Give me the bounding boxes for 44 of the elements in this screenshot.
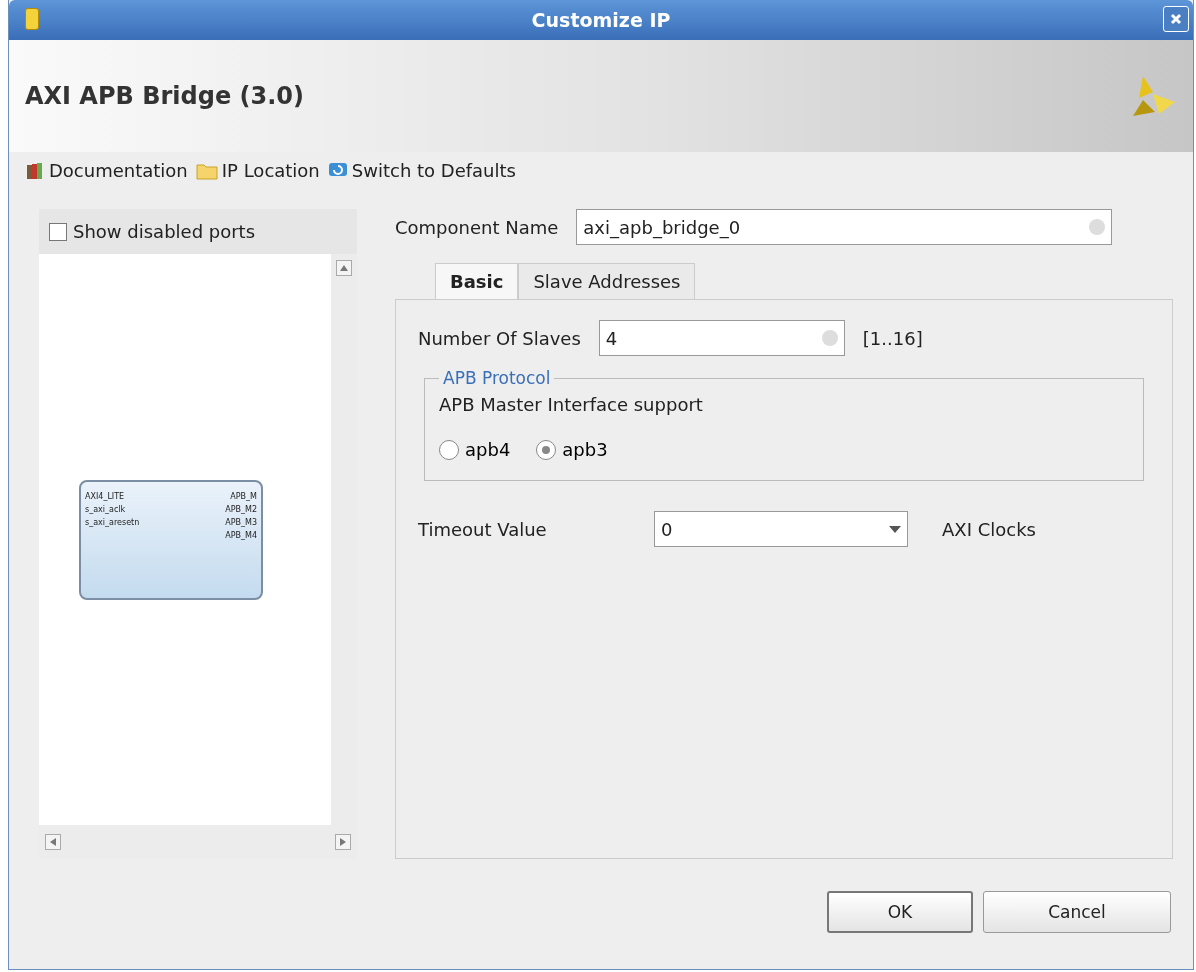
range-label: [1..16]	[862, 327, 923, 349]
app-icon	[25, 8, 39, 30]
radio-label[interactable]: apb4	[465, 439, 511, 460]
port-label: s_axi_aclk	[85, 504, 126, 514]
up-arrow-icon	[340, 265, 348, 271]
port-label: AXI4_LITE	[85, 491, 125, 501]
radio-button[interactable]	[536, 439, 557, 460]
books-icon	[25, 160, 45, 181]
checkbox[interactable]	[49, 222, 67, 241]
unit-label: AXI Clocks	[942, 518, 1036, 540]
right-arrow-icon	[340, 838, 346, 846]
dialog-button[interactable]: Cancel	[983, 891, 1171, 933]
slaves-field[interactable]: 4	[598, 320, 845, 356]
port-label: s_axi_aresetn	[85, 517, 140, 527]
checkbox-label: Show disabled ports	[73, 221, 256, 242]
port-label: APB_M2	[225, 504, 257, 514]
timeout-dropdown[interactable]: 0	[654, 511, 908, 547]
group-title: APB Protocol	[442, 368, 552, 388]
group-label: APB Master Interface support	[439, 394, 703, 415]
scroll-right-button[interactable]	[335, 834, 351, 850]
scroll-up-button[interactable]	[336, 260, 352, 276]
radio-label[interactable]: apb3	[562, 439, 608, 460]
port-label: APB_M4	[225, 530, 257, 540]
close-button[interactable]	[1163, 6, 1189, 32]
scroll-left-button[interactable]	[45, 834, 61, 850]
radio-button[interactable]	[439, 439, 459, 460]
left-arrow-icon	[50, 838, 56, 846]
folder-icon	[195, 161, 218, 180]
field-label: Number Of Slaves	[418, 327, 581, 349]
dropdown-arrow-icon	[889, 525, 901, 533]
component-name-field[interactable]: axi_apb_bridge_0	[576, 209, 1113, 245]
close-icon	[1170, 13, 1182, 25]
field-label: Component Name	[395, 216, 559, 238]
tab[interactable]: Slave Addresses	[518, 263, 696, 299]
tab[interactable]: Basic	[435, 263, 519, 299]
port-label: APB_M	[230, 491, 257, 501]
port-label: APB_M3	[225, 517, 257, 527]
field-label: Timeout Value	[418, 518, 548, 540]
dialog-button[interactable]: OK	[827, 891, 973, 933]
toolbar-link[interactable]: Switch to Defaults	[351, 160, 516, 181]
toolbar-link[interactable]: Documentation	[49, 160, 188, 181]
window-title: Customize IP	[531, 9, 671, 31]
ip-title: AXI APB Bridge (3.0)	[25, 82, 304, 110]
toolbar-link[interactable]: IP Location	[221, 160, 320, 181]
